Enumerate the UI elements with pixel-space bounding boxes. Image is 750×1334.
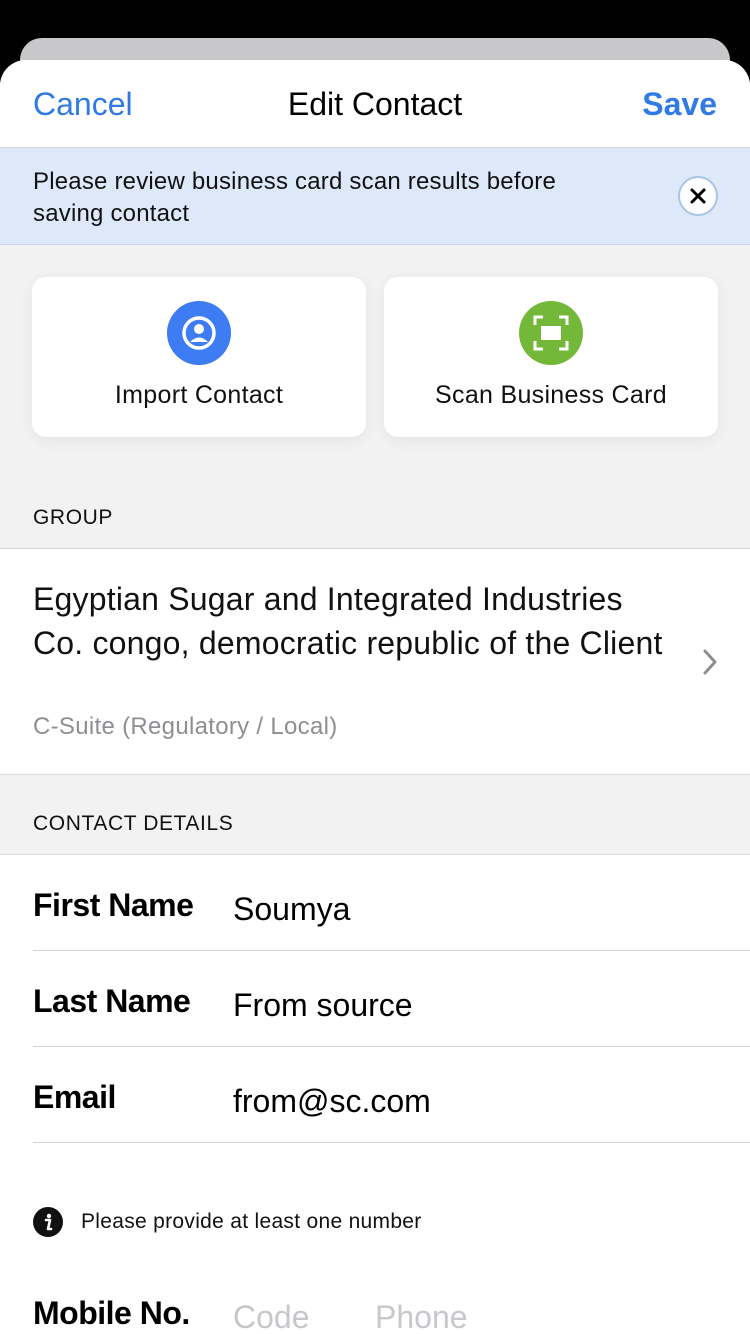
mobile-label: Mobile No. [33,1295,190,1331]
contact-details-form: First Name Soumya Last Name From source … [0,855,750,1334]
mobile-number-row: Mobile No. [33,1279,750,1334]
group-selector[interactable]: Egyptian Sugar and Integrated Industries… [0,549,750,775]
email-row: Email from@sc.com [33,1047,750,1143]
action-cards: Import Contact Scan Business Card [0,245,750,469]
close-icon[interactable] [678,176,718,216]
import-contact-button[interactable]: Import Contact [32,277,366,437]
mobile-code-input[interactable] [233,1299,353,1334]
last-name-row: Last Name From source [33,951,750,1047]
group-subtitle: C-Suite (Regulatory / Local) [33,713,338,740]
nav-bar: Cancel Edit Contact Save [0,60,750,148]
save-button[interactable]: Save [642,86,717,123]
group-header-label: GROUP [33,506,114,529]
info-icon [33,1207,63,1237]
last-name-label: Last Name [33,983,191,1019]
contact-details-section-header: CONTACT DETAILS [0,775,750,855]
notice-text: Please provide at least one number [81,1210,422,1233]
person-icon [167,301,231,365]
group-name: Egyptian Sugar and Integrated Industries… [33,581,663,661]
import-contact-label: Import Contact [114,381,284,409]
banner-message: Please review business card scan results… [33,168,556,227]
first-name-row: First Name Soumya [33,855,750,951]
first-name-field[interactable]: Soumya [233,891,713,928]
chevron-right-icon [703,649,717,675]
email-field[interactable]: from@sc.com [233,1083,713,1120]
scan-business-card-button[interactable]: Scan Business Card [384,277,718,437]
mobile-phone-input[interactable] [375,1299,675,1334]
scan-review-banner: Please review business card scan results… [0,148,750,245]
email-label: Email [33,1079,116,1115]
contact-details-header-label: CONTACT DETAILS [33,812,234,835]
edit-contact-sheet: Cancel Edit Contact Save Please review b… [0,60,750,1334]
last-name-field[interactable]: From source [233,987,713,1024]
scan-business-card-label: Scan Business Card [435,381,667,409]
scan-icon [519,301,583,365]
first-name-label: First Name [33,887,194,923]
page-title: Edit Contact [287,86,463,122]
group-section-header: GROUP [0,469,750,549]
